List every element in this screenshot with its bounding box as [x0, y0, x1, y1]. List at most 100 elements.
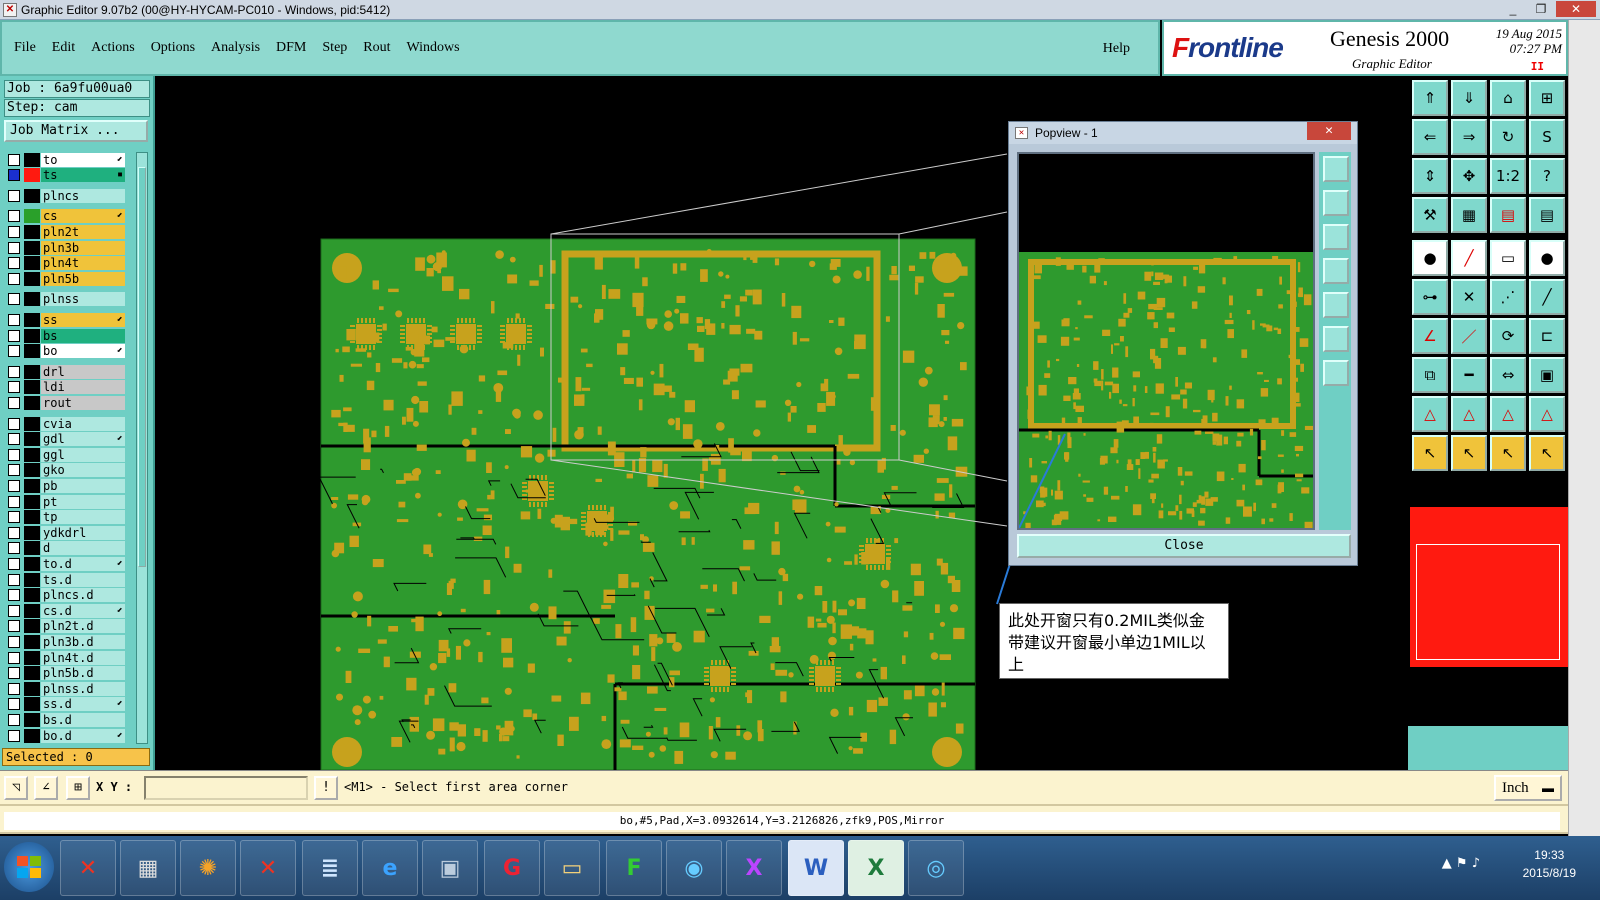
- menu-options[interactable]: Options: [151, 40, 195, 56]
- popview-close-x[interactable]: ✕: [1307, 122, 1351, 140]
- layer-name[interactable]: bo.d ⬋: [41, 728, 125, 743]
- taskbar-g-app-icon[interactable]: G: [484, 840, 540, 896]
- angle-snap-icon[interactable]: ∠: [34, 776, 58, 800]
- dotted-line-icon[interactable]: ⋰: [1490, 279, 1526, 315]
- menu-dfm[interactable]: DFM: [276, 40, 306, 56]
- taskbar-shell-icon[interactable]: ✺: [180, 840, 236, 896]
- pointer-select-icon[interactable]: ↖: [1451, 435, 1487, 471]
- layer-name[interactable]: pln5b: [41, 271, 125, 286]
- layer-name[interactable]: pln5b.d: [41, 666, 125, 681]
- layer-row-pln4t-d[interactable]: pln4t.d: [4, 650, 134, 665]
- layer-row-d[interactable]: d: [4, 541, 134, 556]
- layer-row-ts[interactable]: ts ▪: [4, 168, 134, 183]
- layer-row-cvia[interactable]: cvia: [4, 416, 134, 431]
- layer-row-ss[interactable]: ss ⬋: [4, 312, 134, 327]
- layer-row-to[interactable]: to ⬋: [4, 152, 134, 167]
- layer-checkbox[interactable]: [8, 225, 20, 238]
- pv-left-icon[interactable]: [1323, 258, 1349, 284]
- layer-row-bo-d[interactable]: bo.d ⬋: [4, 728, 134, 743]
- layer-row-ss-d[interactable]: ss.d ⬋: [4, 697, 134, 712]
- pv-zoom-in-icon[interactable]: [1323, 326, 1349, 352]
- layer-name[interactable]: bs.d: [41, 712, 125, 727]
- layer-checkbox[interactable]: [8, 651, 20, 664]
- layer-row-plnss-d[interactable]: plnss.d: [4, 681, 134, 696]
- taskbar-app-genesis-icon[interactable]: ✕: [60, 840, 116, 896]
- layer-name[interactable]: pln4t.d: [41, 650, 125, 665]
- taskbar-clock[interactable]: 19:33 2015/8/19: [1523, 846, 1576, 882]
- s-curve-icon[interactable]: S: [1529, 119, 1565, 155]
- frame-icon[interactable]: ⊏: [1529, 318, 1565, 354]
- layer-name[interactable]: drl: [41, 364, 125, 379]
- layer-row-pln3b[interactable]: pln3b: [4, 240, 134, 255]
- layers-red-icon[interactable]: ▤: [1490, 197, 1526, 233]
- grid-snap-icon[interactable]: ⊞: [66, 776, 90, 800]
- layer-row-pb[interactable]: pb: [4, 478, 134, 493]
- layer-name[interactable]: pln3b.d: [41, 634, 125, 649]
- layer-row-to-d[interactable]: to.d ⬋: [4, 556, 134, 571]
- menu-step[interactable]: Step: [322, 40, 347, 56]
- slash-icon[interactable]: ／: [1451, 318, 1487, 354]
- cross-icon[interactable]: ✕: [1451, 279, 1487, 315]
- layer-checkbox[interactable]: [8, 526, 20, 539]
- layer-row-plnss[interactable]: plnss: [4, 292, 134, 307]
- triangle-c-icon[interactable]: △: [1490, 396, 1526, 432]
- layer-checkbox[interactable]: [8, 448, 20, 461]
- layer-checkbox[interactable]: [8, 313, 20, 326]
- taskbar-fish-app-icon[interactable]: ◎: [908, 840, 964, 896]
- left-icon[interactable]: ⇐: [1412, 119, 1448, 155]
- taskbar-eye-app-icon[interactable]: ◉: [666, 840, 722, 896]
- pv-right-icon[interactable]: [1323, 292, 1349, 318]
- layer-name[interactable]: gko: [41, 463, 125, 478]
- menu-help[interactable]: Help: [1103, 41, 1130, 57]
- layer-row-pln2t-d[interactable]: pln2t.d: [4, 619, 134, 634]
- layer-row-pln5b-d[interactable]: pln5b.d: [4, 666, 134, 681]
- layer-checkbox[interactable]: [8, 729, 20, 742]
- layer-scrollbar[interactable]: [136, 152, 148, 744]
- layer-checkbox[interactable]: [8, 479, 20, 492]
- layer-checkbox[interactable]: [8, 464, 20, 477]
- layer-row-rout[interactable]: rout: [4, 395, 134, 410]
- layer-checkbox[interactable]: [8, 495, 20, 508]
- triangle-b-icon[interactable]: △: [1451, 396, 1487, 432]
- layer-row-ggl[interactable]: ggl: [4, 447, 134, 462]
- layer-name[interactable]: pln3b: [41, 240, 125, 255]
- layer-name[interactable]: cs ⬋: [41, 209, 125, 224]
- xy-input[interactable]: [144, 776, 308, 800]
- taskbar-explorer-icon[interactable]: ▭: [544, 840, 600, 896]
- layer-row-pln2t[interactable]: pln2t: [4, 224, 134, 239]
- layer-checkbox[interactable]: [8, 620, 20, 633]
- units-select[interactable]: Inch ▬: [1494, 775, 1562, 801]
- layer-row-ts-d[interactable]: ts.d: [4, 572, 134, 587]
- layer-checkbox[interactable]: [8, 381, 20, 394]
- taskbar-f-app-icon[interactable]: F: [606, 840, 662, 896]
- layer-checkbox[interactable]: [8, 293, 20, 306]
- popview-viewport[interactable]: [1017, 152, 1315, 530]
- layer-name[interactable]: bs: [41, 328, 125, 343]
- pv-zoom-out-icon[interactable]: [1323, 360, 1349, 386]
- layer-checkbox[interactable]: [8, 573, 20, 586]
- layer-checkbox[interactable]: [8, 511, 20, 524]
- layers-icon[interactable]: ▤: [1529, 197, 1565, 233]
- layer-checkbox[interactable]: [8, 682, 20, 695]
- layer-checkbox[interactable]: [8, 272, 20, 285]
- layer-checkbox[interactable]: [8, 153, 20, 166]
- loop-icon[interactable]: ↻: [1490, 119, 1526, 155]
- down-icon[interactable]: ⇓: [1451, 80, 1487, 116]
- help-icon[interactable]: ?: [1529, 158, 1565, 194]
- taskbar-excel-icon[interactable]: X: [848, 840, 904, 896]
- layer-checkbox[interactable]: [8, 345, 20, 358]
- taskbar-ie-icon[interactable]: e: [362, 840, 418, 896]
- layer-name[interactable]: pln2t.d: [41, 619, 125, 634]
- layer-checkbox[interactable]: [8, 417, 20, 430]
- layer-row-plncs[interactable]: plncs: [4, 188, 134, 203]
- line-red-icon[interactable]: ╱: [1451, 240, 1487, 276]
- close-button[interactable]: ✕: [1556, 1, 1596, 17]
- layer-row-cs[interactable]: cs ⬋: [4, 209, 134, 224]
- triangle-d-icon[interactable]: △: [1529, 396, 1565, 432]
- layer-name[interactable]: rout: [41, 395, 125, 410]
- taskbar-notepad-icon[interactable]: ≣: [302, 840, 358, 896]
- layer-row-bo[interactable]: bo ⬋: [4, 344, 134, 359]
- cross-arrows-icon[interactable]: ✥: [1451, 158, 1487, 194]
- layer-name[interactable]: plncs: [41, 188, 125, 203]
- layer-name[interactable]: plnss.d: [41, 681, 125, 696]
